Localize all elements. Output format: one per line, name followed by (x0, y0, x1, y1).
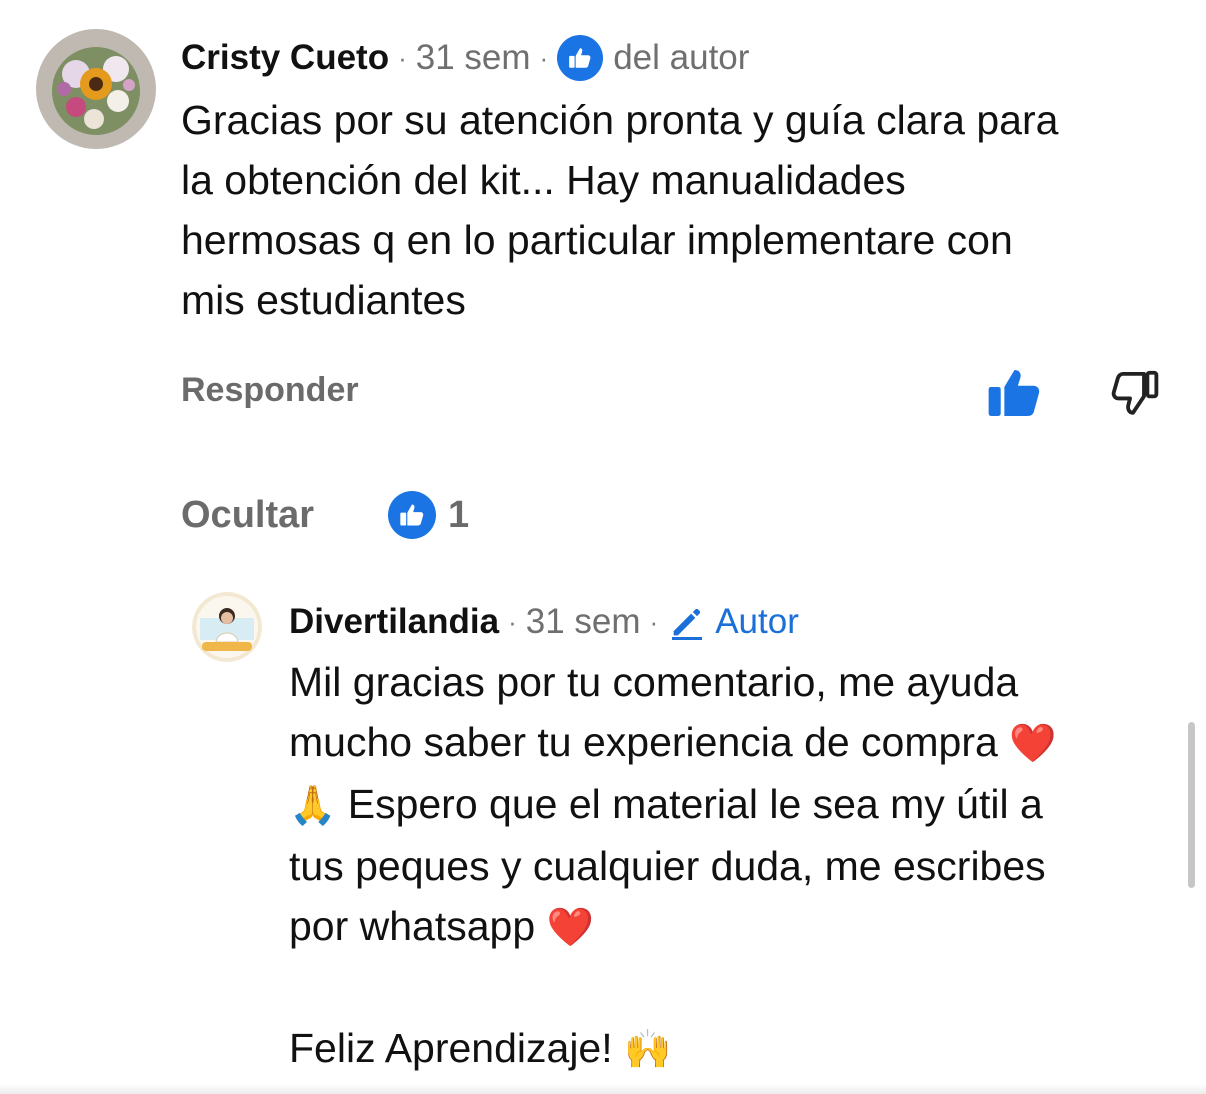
thumbs-down-icon (1111, 370, 1159, 415)
pencil-icon (672, 608, 703, 640)
comment-time: 31 sem (415, 38, 531, 77)
commenter-avatar[interactable] (36, 29, 156, 149)
separator-dot: · (539, 42, 549, 73)
folded-hands-icon: 🙏 (289, 785, 337, 827)
reply-like-count: 1 (448, 493, 470, 536)
reply-line-text: Feliz Aprendizaje! (289, 1025, 625, 1071)
like-button[interactable] (985, 364, 1043, 422)
dislike-button[interactable] (1108, 366, 1162, 420)
separator-dot: · (649, 606, 659, 637)
reply-like-summary: 1 (388, 491, 469, 539)
creator-badge-label: Autor (715, 602, 799, 641)
hide-replies-button[interactable]: Ocultar (181, 494, 314, 537)
reply-line: mucho saber tu experiencia de compra ❤️ (289, 712, 1179, 774)
reply-body: Mil gracias por tu comentario, me ayuda … (289, 652, 1179, 1080)
thumbs-up-icon (557, 35, 604, 81)
thumbs-up-icon (988, 370, 1040, 416)
reply-time: 31 sem (525, 602, 641, 641)
author-favorite-badge: del autor (557, 35, 749, 81)
reply-line-text: mucho saber tu experiencia de compra (289, 719, 1010, 765)
reply-line: Feliz Aprendizaje! 🙌 (289, 1018, 1179, 1080)
replies-bar: Ocultar 1 (181, 490, 469, 540)
reply-line: tus peques y cualquier duda, me escribes (289, 843, 1046, 889)
comment-body: Gracias por su atención pronta y guía cl… (181, 90, 1181, 330)
heart-icon: ❤️ (1009, 723, 1057, 765)
comment-line: mis estudiantes (181, 277, 466, 323)
reply-line: 🙏 Espero que el material le sea my útil … (289, 774, 1179, 836)
reply-author[interactable]: Divertilandia (289, 602, 499, 642)
bottom-divider (0, 1084, 1206, 1094)
reply-meta: Divertilandia · 31 sem · Autor (289, 600, 799, 644)
comment-line: Gracias por su atención pronta y guía cl… (181, 97, 1059, 143)
favorite-label: del autor (613, 38, 750, 77)
comment-line: hermosas q en lo particular implementare… (181, 217, 1013, 263)
heart-icon: ❤️ (546, 907, 594, 949)
reply-author-avatar[interactable] (192, 592, 262, 662)
reply-line: Mil gracias por tu comentario, me ayuda (289, 659, 1019, 705)
scrollbar[interactable] (1188, 722, 1195, 888)
separator-dot: · (398, 42, 407, 73)
reply-line: por whatsapp ❤️ (289, 896, 1179, 958)
raising-hands-icon: 🙌 (624, 1029, 672, 1071)
reply-line-text: Espero que el material le sea my útil a (336, 781, 1043, 827)
creator-badge: Autor (667, 602, 799, 642)
reply-line-text: por whatsapp (289, 903, 547, 949)
thumbs-up-icon (388, 491, 437, 539)
comment-meta: Cristy Cueto · 31 sem · del autor (181, 35, 749, 81)
comment-line: la obtención del kit... Hay manualidades (181, 157, 906, 203)
comment-author[interactable]: Cristy Cueto (181, 38, 389, 78)
reply-button[interactable]: Responder (181, 371, 359, 410)
separator-dot: · (508, 606, 517, 637)
